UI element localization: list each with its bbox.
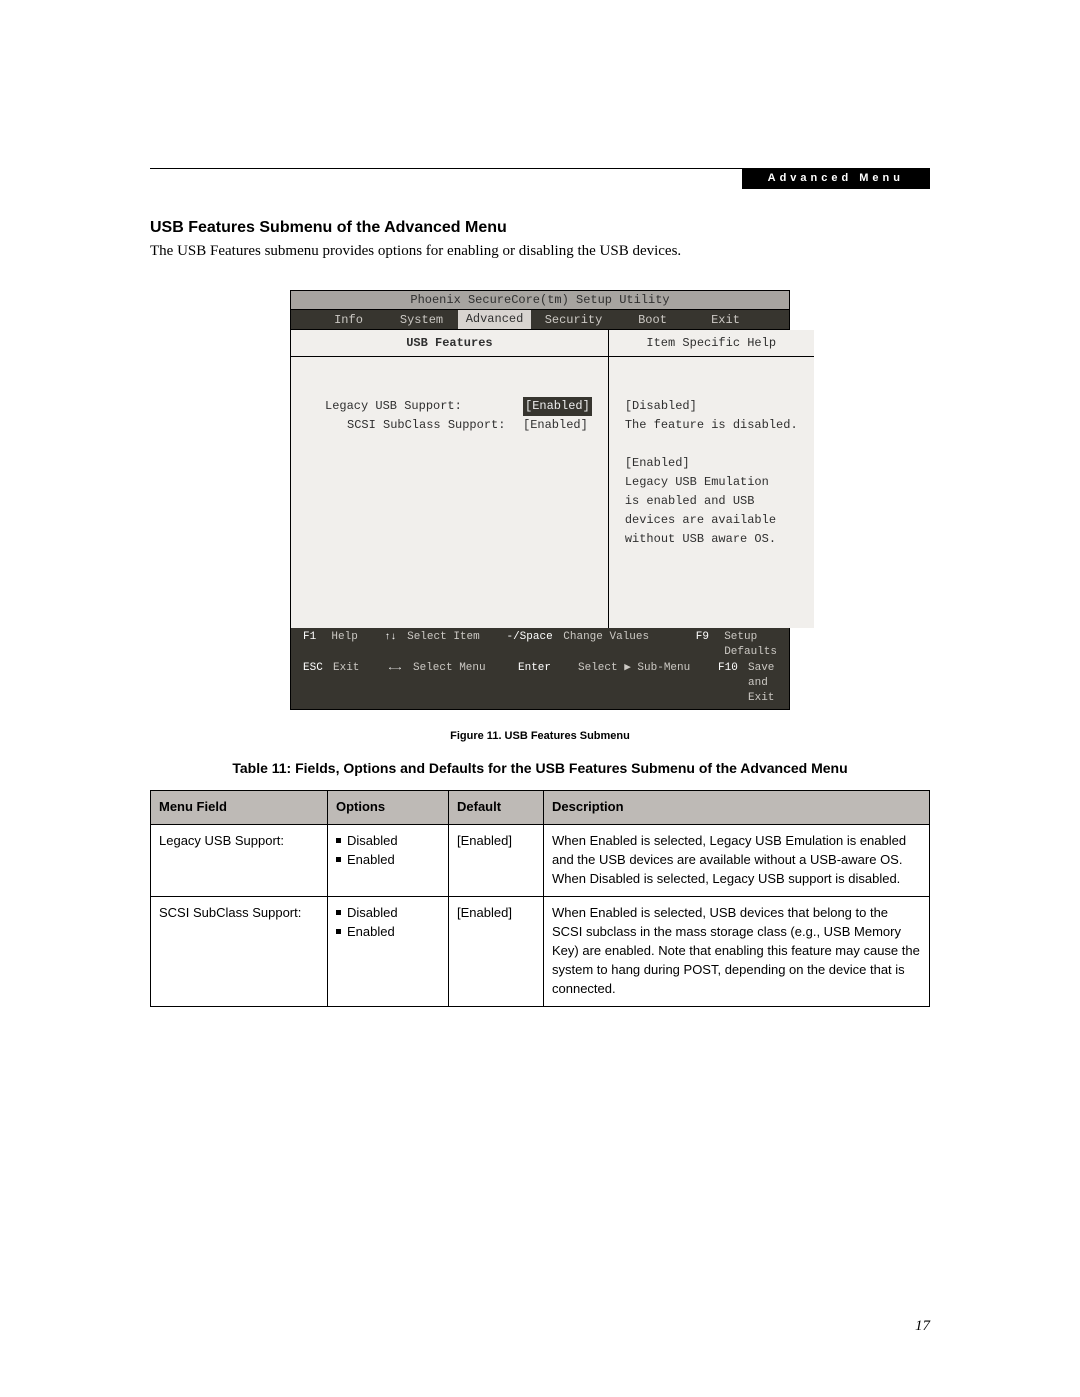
table-header: Description (544, 791, 930, 825)
bios-item-value[interactable]: [Enabled] (523, 397, 592, 416)
footer-key-esc: ESC (303, 661, 333, 706)
bios-help-line: The feature is disabled. (625, 416, 798, 435)
bios-panel: Phoenix SecureCore(tm) Setup Utility Inf… (290, 290, 790, 710)
bios-help-line: devices are available (625, 511, 798, 530)
footer-label-change-values: Change Values (563, 630, 696, 660)
cell-default: [Enabled] (449, 825, 544, 897)
bullet-icon (336, 910, 341, 915)
footer-key-f1: F1 (303, 630, 331, 660)
cell-menu-field: SCSI SubClass Support: (151, 897, 328, 1007)
bios-help-line: Legacy USB Emulation (625, 473, 798, 492)
bios-tab-system[interactable]: System (385, 313, 458, 327)
bios-titlebar: Phoenix SecureCore(tm) Setup Utility (291, 291, 789, 310)
cell-menu-field: Legacy USB Support: (151, 825, 328, 897)
bios-tab-security[interactable]: Security (531, 313, 616, 327)
option-text: Enabled (347, 924, 395, 939)
footer-key-updown: ↑↓ (384, 630, 407, 660)
table-row: Legacy USB Support: Disabled Enabled [Enabl… (151, 825, 930, 897)
bios-tab-exit[interactable]: Exit (689, 313, 762, 327)
bullet-icon (336, 838, 341, 843)
bios-tab-boot[interactable]: Boot (616, 313, 689, 327)
option-text: Enabled (347, 852, 395, 867)
bios-help-line (625, 435, 798, 454)
table-header: Menu Field (151, 791, 328, 825)
cell-options: Disabled Enabled (328, 897, 449, 1007)
footer-label-setup-defaults: Setup Defaults (724, 630, 777, 660)
bios-help-line: [Disabled] (625, 397, 798, 416)
table-header: Options (328, 791, 449, 825)
footer-key-f10: F10 (718, 661, 748, 706)
footer-key-leftright: ←→ (389, 661, 413, 706)
footer-key-f9: F9 (696, 630, 724, 660)
page-number: 17 (915, 1318, 930, 1335)
bullet-icon (336, 929, 341, 934)
footer-label-help: Help (331, 630, 384, 660)
footer-key-space: -/Space (506, 630, 563, 660)
bios-item-label: SCSI SubClass Support: (347, 416, 523, 435)
table-row: SCSI SubClass Support: Disabled Enabled [En… (151, 897, 930, 1007)
bios-help-text: [Disabled]The feature is disabled. [Enab… (609, 357, 814, 628)
footer-label-select-submenu: Select ▶ Sub-Menu (578, 661, 718, 706)
header-tag: Advanced Menu (742, 168, 930, 189)
option-text: Disabled (347, 905, 398, 920)
bios-menubar: InfoSystemAdvancedSecurityBootExit (291, 310, 789, 330)
cell-options: Disabled Enabled (328, 825, 449, 897)
footer-key-enter: Enter (518, 661, 578, 706)
bios-help-line: without USB aware OS. (625, 530, 798, 549)
bios-left-title: USB Features (291, 330, 608, 357)
bios-footer: F1 Help ↑↓ Select Item -/Space Change Va… (291, 628, 789, 709)
footer-label-select-menu: Select Menu (413, 661, 518, 706)
bullet-icon (336, 857, 341, 862)
bios-help-line: is enabled and USB (625, 492, 798, 511)
bios-tab-info[interactable]: Info (312, 313, 385, 327)
bios-help-line: [Enabled] (625, 454, 798, 473)
footer-label-save-exit: Save and Exit (748, 661, 777, 706)
bios-help-title: Item Specific Help (609, 330, 814, 357)
figure-caption: Figure 11. USB Features Submenu (150, 730, 930, 742)
intro-paragraph: The USB Features submenu provides option… (150, 243, 930, 260)
bios-options-area: Legacy USB Support:[Enabled]SCSI SubClas… (291, 357, 608, 628)
cell-description: When Enabled is selected, USB devices th… (544, 897, 930, 1007)
defaults-table: Menu FieldOptionsDefaultDescription Lega… (150, 790, 930, 1007)
footer-label-exit: Exit (333, 661, 389, 706)
option-text: Disabled (347, 833, 398, 848)
bios-item-label: Legacy USB Support: (325, 397, 523, 416)
bios-item-value[interactable]: [Enabled] (523, 418, 588, 432)
table-header: Default (449, 791, 544, 825)
section-heading: USB Features Submenu of the Advanced Men… (150, 219, 930, 237)
cell-description: When Enabled is selected, Legacy USB Emu… (544, 825, 930, 897)
footer-label-select-item: Select Item (407, 630, 506, 660)
bios-tab-advanced[interactable]: Advanced (458, 310, 531, 329)
header-rule: Advanced Menu (150, 168, 930, 169)
table-caption: Table 11: Fields, Options and Defaults f… (150, 760, 930, 776)
cell-default: [Enabled] (449, 897, 544, 1007)
